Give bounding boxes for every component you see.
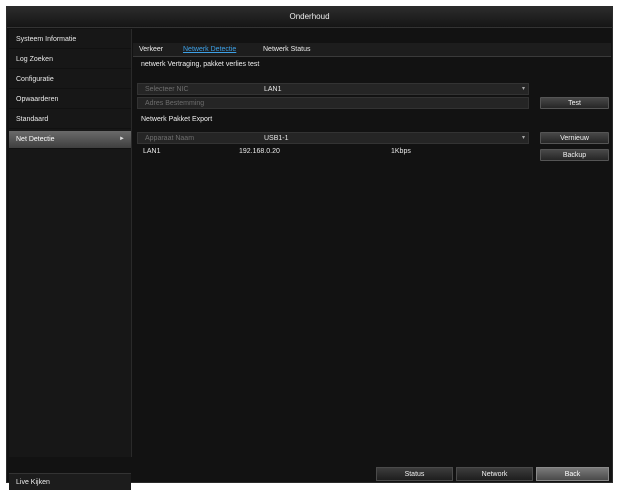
back-button[interactable]: Back [536, 467, 609, 481]
device-select-label: Apparaat Naam [145, 135, 195, 142]
window-title: Onderhoud [7, 7, 612, 28]
tab-bar: Verkeer Netwerk Detectie Netwerk Status [133, 43, 611, 57]
backup-button[interactable]: Backup [540, 149, 609, 161]
sidebar-item-system-info[interactable]: Systeem Informatie [9, 31, 131, 49]
sidebar-item-label: Standaard [16, 116, 49, 123]
nic-select-value: LAN1 [264, 86, 282, 93]
sidebar-item-default[interactable]: Standaard [9, 111, 131, 129]
main-panel: Verkeer Netwerk Detectie Netwerk Status … [133, 43, 618, 463]
sidebar-item-log-search[interactable]: Log Zoeken [9, 51, 131, 69]
sidebar-item-configuration[interactable]: Configuratie [9, 71, 131, 89]
row-interface: LAN1 [143, 148, 161, 155]
delay-test-heading: netwerk Vertraging, pakket verlies test [141, 61, 260, 68]
sidebar: Systeem Informatie Log Zoeken Configurat… [9, 29, 132, 457]
sidebar-item-label: Opwaarderen [16, 96, 59, 103]
packet-export-heading: Netwerk Pakket Export [141, 116, 213, 123]
network-button[interactable]: Network [456, 467, 533, 481]
dvr-window: Onderhoud Systeem Informatie Log Zoeken … [6, 6, 613, 490]
tab-network-status[interactable]: Netwerk Status [263, 43, 310, 56]
device-select-value: USB1-1 [264, 135, 289, 142]
tab-traffic[interactable]: Verkeer [139, 43, 163, 56]
sidebar-item-upgrade[interactable]: Opwaarderen [9, 91, 131, 109]
chevron-down-icon: ▾ [521, 135, 525, 141]
row-rate: 1Kbps [391, 148, 411, 155]
device-select[interactable]: Apparaat Naam USB1-1 ▾ [137, 132, 529, 144]
refresh-button[interactable]: Vernieuw [540, 132, 609, 144]
nic-select-label: Selecteer NIC [145, 86, 189, 93]
sidebar-item-label: Configuratie [16, 76, 54, 83]
chevron-down-icon: ▾ [521, 86, 525, 92]
sidebar-item-net-detection[interactable]: Net Detectie ► [9, 131, 131, 149]
nic-select[interactable]: Selecteer NIC LAN1 ▾ [137, 83, 529, 95]
chevron-right-icon: ► [119, 136, 125, 142]
destination-address-input[interactable]: Adres Bestemming [137, 97, 529, 109]
destination-address-label: Adres Bestemming [145, 100, 205, 107]
sidebar-item-label: Systeem Informatie [16, 36, 77, 43]
live-view-button[interactable]: Live Kijken [9, 473, 131, 490]
status-button[interactable]: Status [376, 467, 453, 481]
test-button[interactable]: Test [540, 97, 609, 109]
row-ip-address: 192.168.0.20 [239, 148, 280, 155]
sidebar-item-label: Log Zoeken [16, 56, 53, 63]
sidebar-item-label: Net Detectie [16, 136, 55, 143]
tab-network-detection[interactable]: Netwerk Detectie [183, 43, 236, 56]
